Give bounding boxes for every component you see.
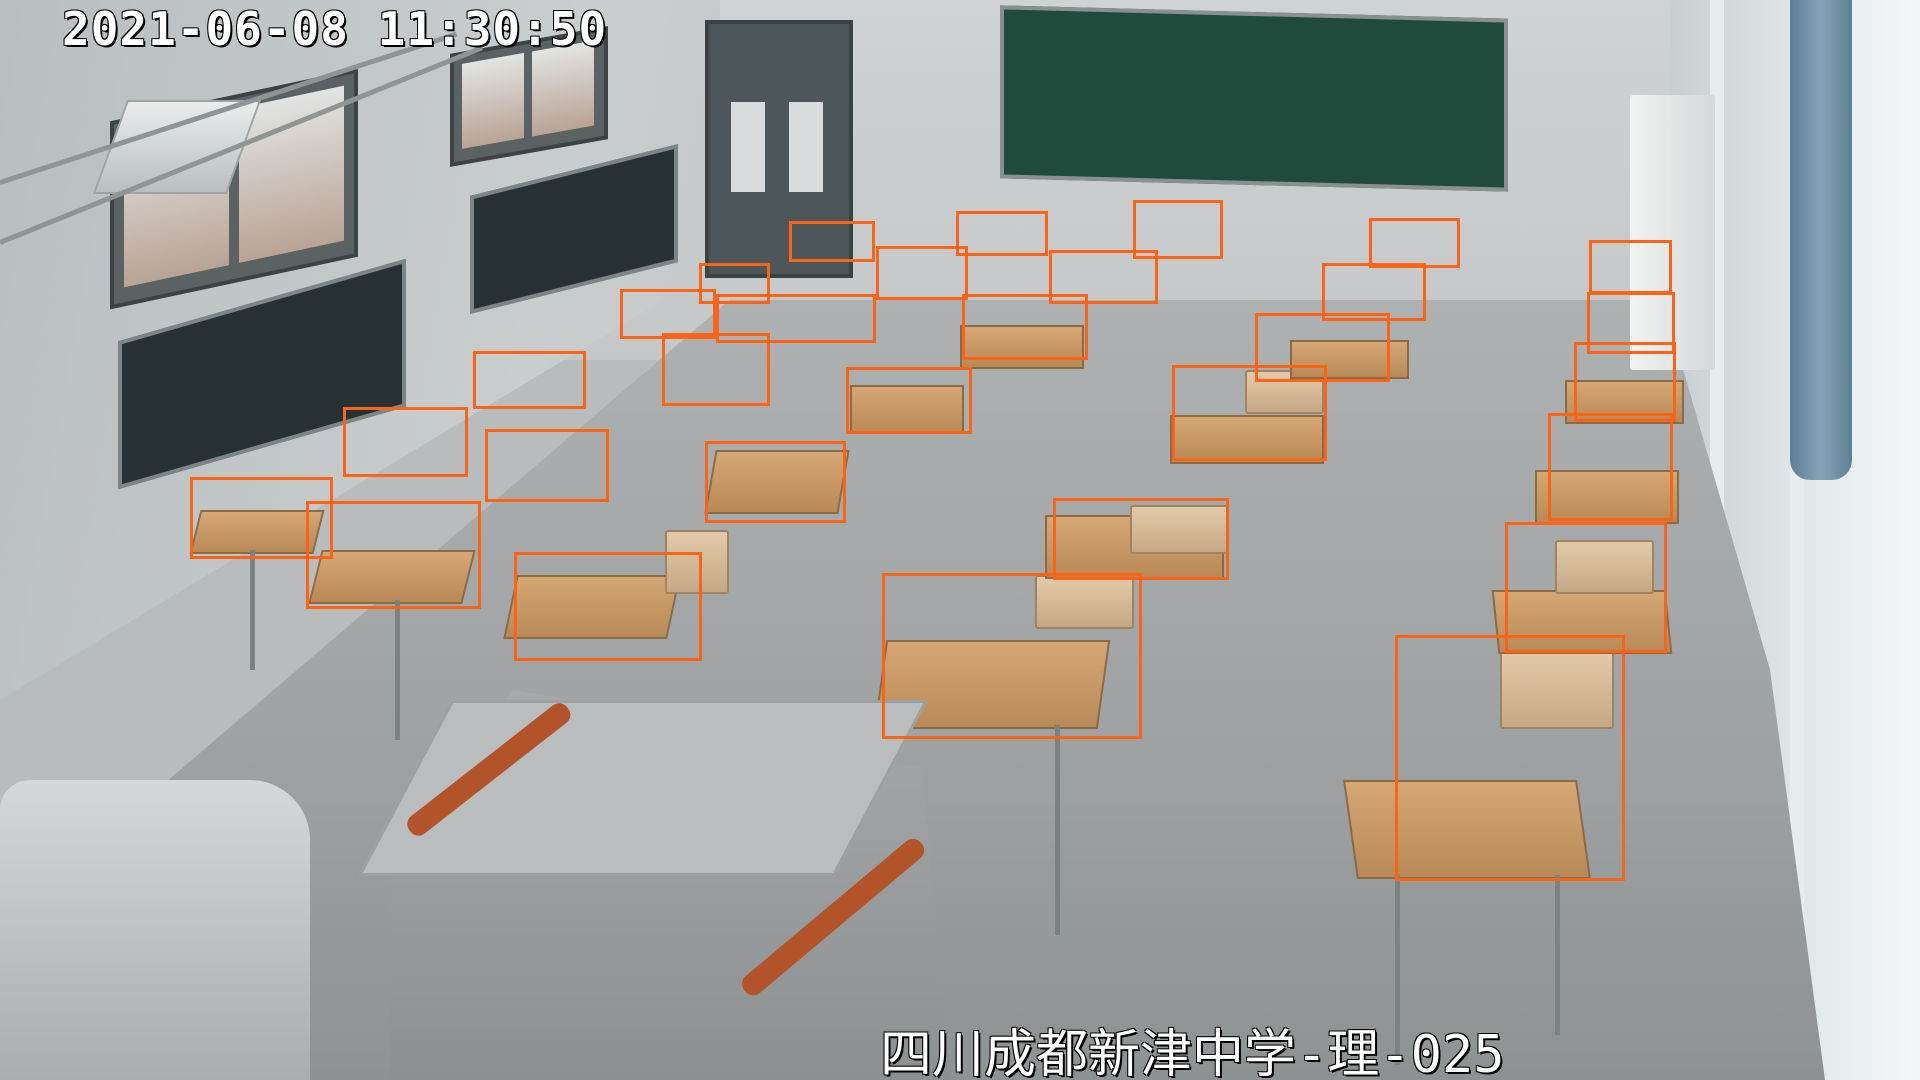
detection-box xyxy=(1395,635,1625,881)
curtain xyxy=(1790,0,1852,480)
detection-box xyxy=(956,211,1048,256)
camera-label-overlay: 四川成都新津中学-理-025 xyxy=(880,1025,1505,1080)
detection-box xyxy=(962,294,1088,360)
detection-box xyxy=(1172,365,1327,461)
detection-box xyxy=(343,407,468,477)
covered-chair xyxy=(0,780,310,1080)
detection-box xyxy=(662,333,770,406)
detection-box xyxy=(789,221,875,262)
detection-box xyxy=(514,552,702,661)
detection-box xyxy=(846,367,972,434)
surveillance-frame: 2021-06-08 11:30:50 四川成都新津中学-理-025 xyxy=(0,0,1920,1080)
detection-box xyxy=(485,429,609,502)
detection-box xyxy=(306,501,481,609)
detection-box xyxy=(620,289,716,339)
detection-box xyxy=(705,441,846,523)
detection-box xyxy=(1574,342,1676,422)
desk-leg xyxy=(250,550,255,670)
detection-box xyxy=(1548,413,1673,521)
detection-box xyxy=(473,351,586,409)
desk-leg xyxy=(395,600,400,740)
desk-leg xyxy=(1555,875,1560,1035)
desk-leg xyxy=(1055,725,1060,935)
timestamp-overlay: 2021-06-08 11:30:50 xyxy=(62,2,608,56)
front-blackboard xyxy=(1000,5,1508,192)
detection-box xyxy=(876,246,968,300)
detection-box xyxy=(1505,522,1667,653)
detection-box xyxy=(1053,498,1229,580)
detection-box xyxy=(1369,218,1460,268)
podium-top xyxy=(358,700,928,876)
detection-box xyxy=(1589,240,1672,294)
detection-box xyxy=(882,573,1142,739)
